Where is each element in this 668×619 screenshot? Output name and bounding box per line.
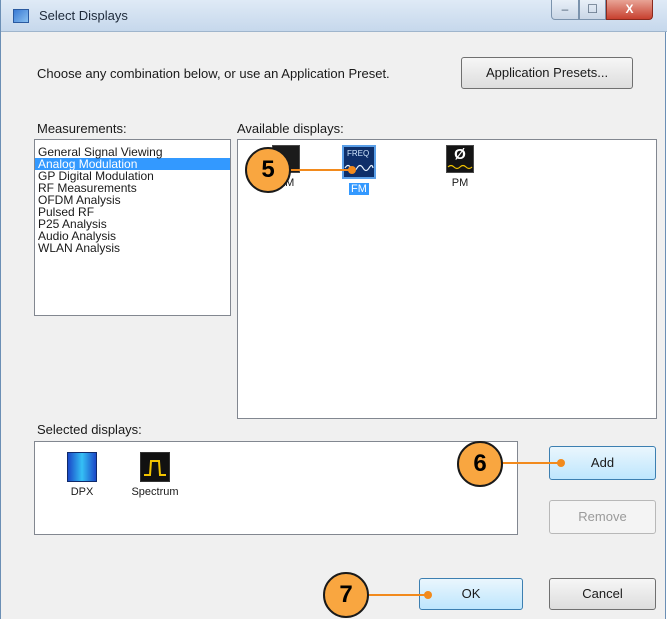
display-label-selected: FM xyxy=(349,183,369,195)
display-label: PM xyxy=(451,177,469,189)
selected-displays-label: Selected displays: xyxy=(37,422,142,437)
measurements-list[interactable]: General Signal Viewing Analog Modulation… xyxy=(34,139,231,316)
display-tile-fm[interactable]: FREQ FM xyxy=(324,145,394,197)
ok-button[interactable]: OK xyxy=(419,578,523,610)
cancel-button[interactable]: Cancel xyxy=(549,578,656,610)
window-title: Select Displays xyxy=(39,8,128,23)
fm-display-icon: FREQ xyxy=(342,145,376,179)
display-tile-pm[interactable]: Ø PM xyxy=(425,145,495,191)
list-item[interactable]: WLAN Analysis xyxy=(35,242,230,254)
available-displays-panel[interactable]: AM FREQ FM Ø PM xyxy=(237,139,657,419)
fm-icon-text: FREQ xyxy=(347,149,370,158)
callout-badge-6: 6 xyxy=(457,441,503,487)
pm-icon-text: Ø xyxy=(454,146,466,163)
minimize-button[interactable]: – xyxy=(551,0,579,20)
pm-wave-icon xyxy=(447,164,473,170)
application-presets-button[interactable]: Application Presets... xyxy=(461,57,633,89)
display-label: DPX xyxy=(70,486,94,498)
callout-dot-6 xyxy=(557,459,565,467)
spectrum-display-icon xyxy=(140,452,170,482)
title-bar[interactable]: Select Displays – ☐ X xyxy=(1,0,667,32)
close-button[interactable]: X xyxy=(606,0,653,20)
callout-dot-5 xyxy=(348,166,356,174)
callout-dot-7 xyxy=(424,591,432,599)
callout-badge-7: 7 xyxy=(323,572,369,618)
pm-display-icon: Ø xyxy=(446,145,474,173)
callout-badge-5: 5 xyxy=(245,147,291,193)
instructions-text: Choose any combination below, or use an … xyxy=(37,66,390,81)
display-tile-spectrum[interactable]: Spectrum xyxy=(120,452,190,500)
measurements-label: Measurements: xyxy=(37,121,127,136)
select-displays-dialog: Select Displays – ☐ X Choose any combina… xyxy=(0,0,667,619)
display-tile-dpx[interactable]: DPX xyxy=(47,452,117,500)
add-button[interactable]: Add xyxy=(549,446,656,480)
app-icon xyxy=(13,9,29,23)
available-displays-label: Available displays: xyxy=(237,121,344,136)
spectrum-trace-icon xyxy=(144,460,166,476)
remove-button[interactable]: Remove xyxy=(549,500,656,534)
maximize-button[interactable]: ☐ xyxy=(579,0,606,20)
display-label: Spectrum xyxy=(131,486,179,498)
dpx-display-icon xyxy=(67,452,97,482)
selected-displays-panel[interactable]: DPX Spectrum xyxy=(34,441,518,535)
